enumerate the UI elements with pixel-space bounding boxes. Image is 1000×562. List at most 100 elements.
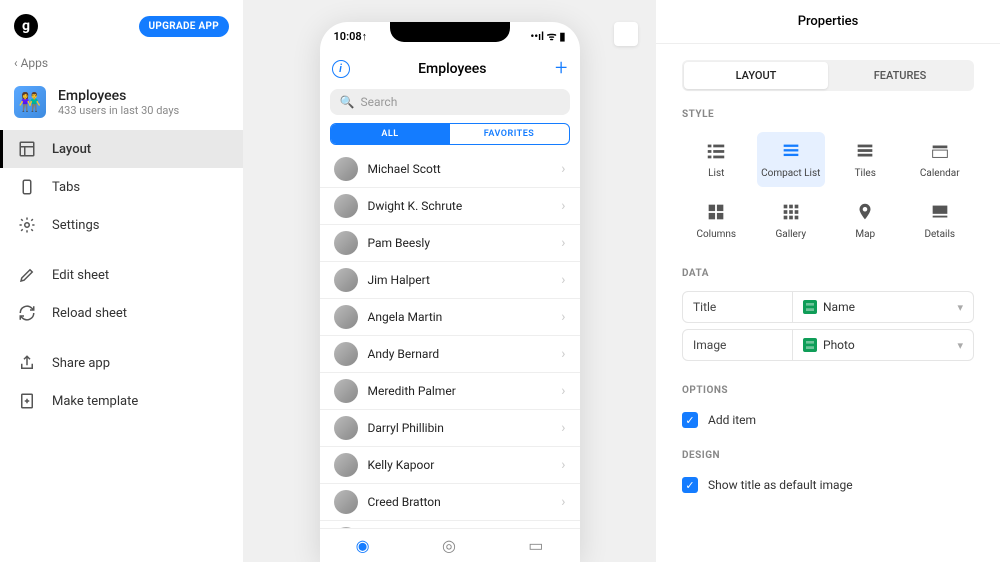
pencil-icon [18, 266, 36, 284]
style-label: Gallery [775, 229, 806, 240]
bottom-nav: ◉ ◎ ▭ [320, 528, 580, 562]
chevron-right-icon: › [561, 383, 565, 399]
chevron-right-icon: › [561, 235, 565, 251]
list-item[interactable]: Kelly Kapoor › [320, 447, 580, 484]
person-name: Kelly Kapoor [368, 458, 552, 472]
add-button[interactable]: + [555, 56, 567, 81]
data-key: Title [683, 292, 793, 322]
employee-list: Michael Scott›Dwight K. Schrute›Pam Bees… [320, 151, 580, 528]
nav-label: Share app [52, 356, 110, 371]
tab-favorites[interactable]: FAVORITES [450, 124, 569, 144]
chevron-right-icon: › [561, 420, 565, 436]
list-item[interactable]: Creed Bratton› [320, 484, 580, 521]
style-icon [780, 140, 802, 162]
section-data: DATA [682, 268, 974, 279]
status-time: 10:08↑ [334, 30, 368, 43]
device-icon [18, 178, 36, 196]
nav-icon-1[interactable]: ◉ [356, 536, 370, 555]
upgrade-button[interactable]: UPGRADE APP [139, 16, 230, 37]
avatar [334, 342, 358, 366]
search-icon: 🔍 [340, 95, 355, 109]
avatar [334, 379, 358, 403]
chevron-right-icon: › [561, 457, 565, 473]
nav-icon-2[interactable]: ◎ [442, 536, 456, 555]
list-item[interactable]: Angela Martin› [320, 299, 580, 336]
style-icon [929, 140, 951, 162]
section-style: STYLE [682, 109, 974, 120]
person-name: Andy Bernard [368, 347, 552, 361]
style-icon [780, 201, 802, 223]
style-label: Calendar [920, 168, 960, 179]
back-to-apps-link[interactable]: ‹ Apps [0, 48, 243, 78]
nav-settings[interactable]: Settings [0, 206, 243, 244]
search-input[interactable]: 🔍 Search [330, 89, 570, 115]
nav-tabs[interactable]: Tabs [0, 168, 243, 206]
option-add-item[interactable]: ✓ Add item [682, 408, 974, 432]
list-item[interactable]: Toby Flanderson› [320, 521, 580, 528]
style-label: Details [924, 229, 955, 240]
list-item[interactable]: Jim Halpert› [320, 262, 580, 299]
nav-label: Edit sheet [52, 268, 109, 283]
section-design: DESIGN [682, 450, 974, 461]
style-option-map[interactable]: Map [831, 193, 900, 248]
person-name: Jim Halpert [368, 273, 552, 287]
data-binding-row[interactable]: TitleName▾ [682, 291, 974, 323]
style-icon [854, 201, 876, 223]
style-option-list[interactable]: List [682, 132, 751, 187]
app-logo: g [14, 14, 38, 38]
style-icon [854, 140, 876, 162]
style-option-compact-list[interactable]: Compact List [757, 132, 826, 187]
style-option-tiles[interactable]: Tiles [831, 132, 900, 187]
style-option-columns[interactable]: Columns [682, 193, 751, 248]
preview-area: 10:08↑ ••ıl ᯤ ▮ i Employees + 🔍 Search A… [243, 0, 656, 562]
nav-label: Layout [52, 142, 91, 157]
chevron-down-icon: ▾ [957, 301, 963, 314]
list-item[interactable]: Dwight K. Schrute› [320, 188, 580, 225]
list-item[interactable]: Pam Beesly› [320, 225, 580, 262]
style-option-gallery[interactable]: Gallery [757, 193, 826, 248]
nav-icon-3[interactable]: ▭ [528, 536, 543, 555]
person-name: Darryl Phillibin [368, 421, 552, 435]
screen-title: Employees [418, 61, 486, 77]
nav-edit-sheet[interactable]: Edit sheet [0, 256, 243, 294]
option-show-title[interactable]: ✓ Show title as default image [682, 473, 974, 497]
style-option-calendar[interactable]: Calendar [906, 132, 975, 187]
nav-layout[interactable]: Layout [0, 130, 243, 168]
style-option-details[interactable]: Details [906, 193, 975, 248]
app-name: Employees [58, 88, 179, 104]
chevron-down-icon: ▾ [957, 339, 963, 352]
avatar [334, 490, 358, 514]
tab-all[interactable]: ALL [331, 124, 450, 144]
app-icon: 👫 [14, 86, 46, 118]
option-label: Add item [708, 413, 756, 427]
panel-title: Properties [656, 0, 1000, 44]
app-header[interactable]: 👫 Employees 433 users in last 30 days [0, 78, 243, 130]
info-icon[interactable]: i [332, 60, 350, 78]
data-key: Image [683, 330, 793, 360]
style-grid: ListCompact ListTiles Calendar Columns Gall… [682, 132, 974, 248]
tab-layout[interactable]: LAYOUT [684, 62, 828, 89]
nav-reload-sheet[interactable]: Reload sheet [0, 294, 243, 332]
nav-make-template[interactable]: Make template [0, 382, 243, 420]
nav-label: Tabs [52, 180, 80, 195]
list-item[interactable]: Michael Scott› [320, 151, 580, 188]
gear-icon [18, 216, 36, 234]
avatar [334, 157, 358, 181]
list-item[interactable]: Darryl Phillibin › [320, 410, 580, 447]
avatar [334, 268, 358, 292]
status-icons: ••ıl ᯤ ▮ [530, 29, 565, 44]
avatar [334, 453, 358, 477]
person-name: Dwight K. Schrute [368, 199, 552, 213]
data-value: Photo [823, 338, 855, 352]
platform-toggle[interactable] [614, 22, 638, 46]
style-icon [929, 201, 951, 223]
checkbox-icon: ✓ [682, 412, 698, 428]
tab-features[interactable]: FEATURES [828, 62, 972, 89]
data-binding-row[interactable]: Image Photo ▾ [682, 329, 974, 361]
list-item[interactable]: Meredith Palmer› [320, 373, 580, 410]
checkbox-icon: ✓ [682, 477, 698, 493]
avatar [334, 416, 358, 440]
list-item[interactable]: Andy Bernard› [320, 336, 580, 373]
nav-label: Make template [52, 394, 138, 409]
nav-share-app[interactable]: Share app [0, 344, 243, 382]
